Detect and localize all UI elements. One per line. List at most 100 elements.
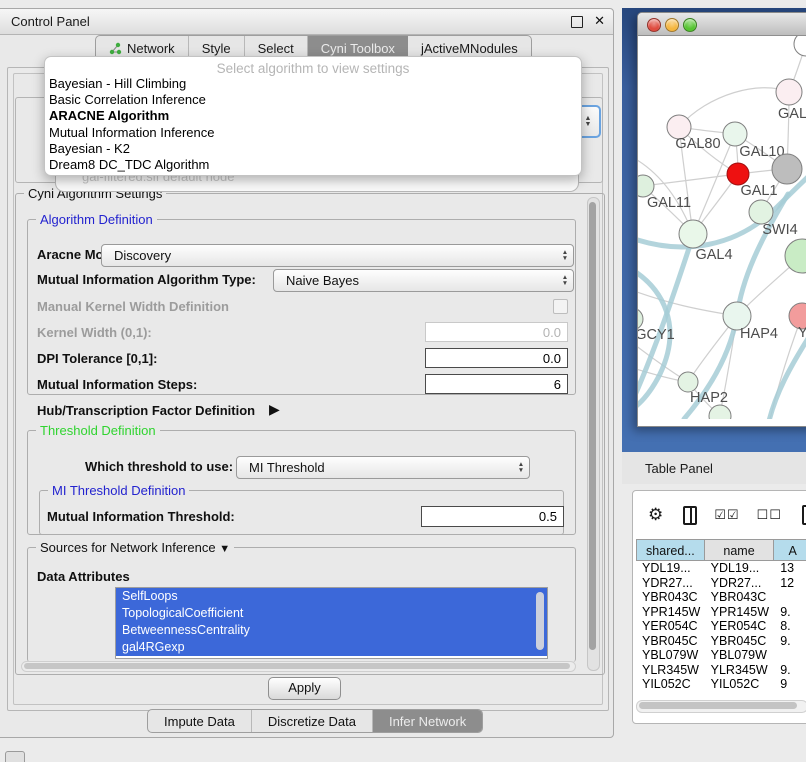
- minimize-traffic-light[interactable]: [665, 18, 679, 32]
- attributes-scrollbar[interactable]: [536, 592, 544, 650]
- table-row[interactable]: YBR045CYBR045C9.: [636, 634, 806, 649]
- data-attributes-list[interactable]: SelfLoopsTopologicalCoefficientBetweenne…: [115, 587, 548, 659]
- table-cell: 13: [774, 561, 806, 576]
- settings-scrollbar-thumb[interactable]: [589, 202, 596, 650]
- table-row[interactable]: YBL079WYBL079W: [636, 648, 806, 663]
- settings-hscrollbar-thumb[interactable]: [24, 663, 570, 669]
- network-node-swi4[interactable]: [749, 200, 773, 224]
- table-cell: YBR045C: [636, 634, 705, 649]
- down-arrow-icon: ▼: [585, 122, 592, 128]
- deselect-all-icon[interactable]: ☐☐: [757, 507, 782, 523]
- document-icon[interactable]: [802, 505, 806, 525]
- table-row[interactable]: YLR345WYLR345W9.: [636, 663, 806, 678]
- bottom-tab-bar: Impute DataDiscretize DataInfer Network: [147, 709, 483, 733]
- tab-label: Network: [127, 41, 175, 56]
- algorithm-option[interactable]: Bayesian - Hill Climbing: [45, 76, 581, 92]
- select-all-icon[interactable]: ☑☑: [714, 507, 739, 523]
- network-node-hap2[interactable]: [678, 372, 698, 392]
- tab-label: Style: [202, 41, 231, 56]
- columns-icon[interactable]: [683, 506, 697, 525]
- kernel-width-field[interactable]: 0.0: [425, 322, 568, 342]
- column-header-name[interactable]: name: [705, 539, 775, 561]
- network-node[interactable]: [794, 36, 806, 56]
- attribute-item[interactable]: BetweennessCentrality: [116, 622, 547, 639]
- data-attributes-label: Data Attributes: [37, 569, 130, 584]
- node-label: GAL4: [695, 247, 732, 263]
- network-canvas[interactable]: GALGAL80GAL10GAL1GAL11SWI4GAL4GCY1HAP4YH…: [638, 36, 806, 419]
- table-row[interactable]: YPR145WYPR145W9.: [636, 605, 806, 620]
- mi-threshold-group-title: MI Threshold Definition: [48, 483, 189, 498]
- manual-kernel-width-checkbox[interactable]: [553, 299, 568, 314]
- table-cell: 9.: [774, 605, 806, 620]
- which-threshold-label: Which threshold to use:: [85, 459, 233, 474]
- table-row[interactable]: YER054CYER054C8.: [636, 619, 806, 634]
- float-window-icon[interactable]: [571, 16, 583, 28]
- table-cell: YIL052C: [636, 677, 705, 692]
- table-row[interactable]: YBR043CYBR043C: [636, 590, 806, 605]
- table-cell: YER054C: [705, 619, 775, 634]
- bottom-left-widget[interactable]: [5, 751, 25, 762]
- sources-title-text: Sources for Network Inference: [40, 540, 216, 555]
- mi-steps-label: Mutual Information Steps:: [37, 377, 197, 392]
- table-row[interactable]: YIL052CYIL052C9: [636, 677, 806, 692]
- network-node-gal[interactable]: [776, 79, 802, 105]
- close-icon[interactable]: ✕: [594, 13, 605, 29]
- table-horizontal-scrollbar[interactable]: [636, 700, 806, 713]
- aracne-mode-combo[interactable]: Discovery ▲▼: [101, 244, 574, 267]
- mi-steps-field[interactable]: 6: [425, 374, 568, 394]
- table-row[interactable]: YDL19...YDL19...13: [636, 561, 806, 576]
- algorithm-option[interactable]: ARACNE Algorithm: [45, 108, 581, 124]
- attribute-item[interactable]: gal4RGexp: [116, 639, 547, 656]
- sources-group-title: Sources for Network Inference ▼: [36, 540, 234, 555]
- network-view-window: GALGAL80GAL10GAL1GAL11SWI4GAL4GCY1HAP4YH…: [637, 12, 806, 427]
- network-node-gal1[interactable]: [727, 163, 749, 185]
- tab-label: Select: [258, 41, 294, 56]
- network-icon: [109, 42, 122, 55]
- table-cell: 8.: [774, 619, 806, 634]
- attribute-item[interactable]: SelfLoops: [116, 588, 547, 605]
- settings-gear-icon[interactable]: ⚙: [648, 505, 663, 525]
- table-cell: YPR145W: [705, 605, 775, 620]
- node-label: SWI4: [762, 222, 797, 238]
- which-threshold-combo[interactable]: MI Threshold ▲▼: [236, 456, 530, 479]
- table-cell: YDR27...: [636, 576, 705, 591]
- bottom-tab-impute-data[interactable]: Impute Data: [148, 710, 252, 732]
- mi-threshold-field[interactable]: 0.5: [421, 506, 564, 527]
- network-node[interactable]: [772, 154, 802, 184]
- bottom-tab-infer-network[interactable]: Infer Network: [373, 710, 482, 732]
- column-header-A[interactable]: A: [774, 539, 806, 561]
- expanded-arrow-icon[interactable]: ▼: [219, 543, 230, 555]
- network-node-gal10[interactable]: [723, 122, 747, 146]
- control-panel-title: Control Panel: [11, 14, 90, 29]
- table-hscroll-thumb[interactable]: [639, 702, 797, 709]
- algorithm-option[interactable]: Mutual Information Inference: [45, 125, 581, 141]
- network-node-gal4[interactable]: [679, 220, 707, 248]
- algorithm-option[interactable]: Dream8 DC_TDC Algorithm: [45, 157, 581, 173]
- table-cell: YLR345W: [705, 663, 775, 678]
- network-window-titlebar: [638, 13, 806, 36]
- zoom-traffic-light[interactable]: [683, 18, 697, 32]
- algorithm-definition-title: Algorithm Definition: [36, 212, 157, 227]
- network-node[interactable]: [709, 405, 731, 419]
- settings-horizontal-scrollbar[interactable]: [21, 661, 576, 672]
- close-traffic-light[interactable]: [647, 18, 661, 32]
- apply-button[interactable]: Apply: [268, 677, 341, 700]
- collapsed-arrow-icon[interactable]: ▶: [269, 401, 280, 418]
- node-label: HAP2: [690, 390, 728, 406]
- tab-label: Cyni Toolbox: [321, 41, 395, 56]
- settings-vertical-scrollbar[interactable]: [587, 197, 600, 671]
- algorithm-option[interactable]: Basic Correlation Inference: [45, 92, 581, 108]
- dpi-tolerance-field[interactable]: 0.0: [425, 348, 568, 368]
- table-cell: YBL079W: [705, 648, 775, 663]
- table-cell: 12: [774, 576, 806, 591]
- hub-definition-label[interactable]: Hub/Transcription Factor Definition: [37, 403, 255, 418]
- table-cell: [774, 648, 806, 663]
- attribute-item[interactable]: TopologicalCoefficient: [116, 605, 547, 622]
- column-header-shared...[interactable]: shared...: [636, 539, 705, 561]
- bottom-tab-discretize-data[interactable]: Discretize Data: [252, 710, 373, 732]
- mi-algorithm-type-combo[interactable]: Naive Bayes ▲▼: [273, 269, 574, 292]
- table-cell: YER054C: [636, 619, 705, 634]
- aracne-mode-value: Discovery: [102, 248, 557, 263]
- table-row[interactable]: YDR27...YDR27...12: [636, 576, 806, 591]
- algorithm-option[interactable]: Bayesian - K2: [45, 141, 581, 157]
